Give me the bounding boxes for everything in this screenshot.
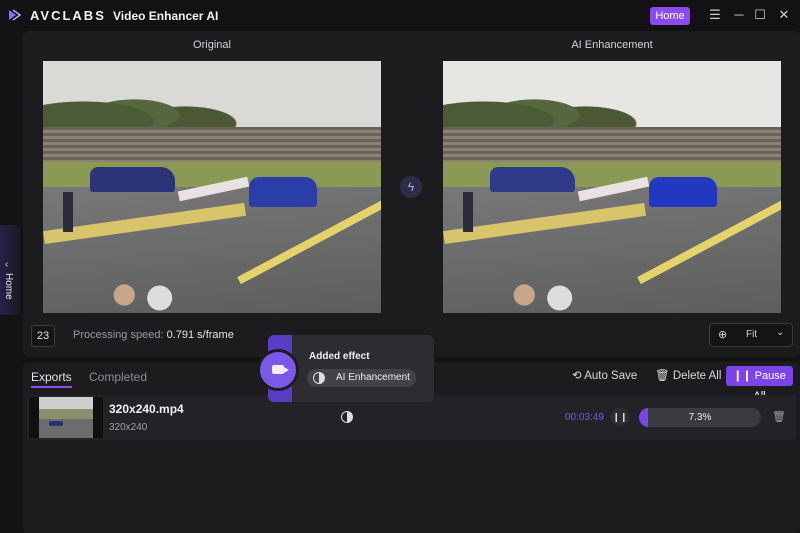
file-name: 320x240.mp4: [109, 402, 184, 416]
avclabs-logo-icon: [9, 9, 22, 21]
ai-enhancement-chip-icon: [313, 372, 325, 384]
close-icon[interactable]: ✕: [775, 6, 793, 24]
progress-percent: 7.3%: [688, 412, 712, 423]
original-preview: [43, 61, 381, 313]
auto-save-icon: ⟲: [572, 370, 582, 382]
delete-all-label: Delete All: [672, 370, 722, 382]
auto-save-label: Auto Save: [584, 370, 638, 382]
elapsed-time: 00:03:49: [565, 412, 604, 423]
side-home-tab[interactable]: ‹ Home: [0, 225, 20, 315]
zoom-select[interactable]: ⊕ Fit ⌄: [709, 323, 793, 347]
frame-counter: 23: [31, 325, 55, 347]
row-trash-icon[interactable]: 🗑: [772, 410, 786, 423]
minimize-icon[interactable]: ─: [730, 6, 748, 24]
enhanced-preview: [443, 61, 781, 313]
effect-chip-label: AI Enhancement: [336, 372, 410, 383]
row-pause-button[interactable]: ❙❙: [611, 408, 629, 426]
product-name: Video Enhancer AI: [113, 9, 219, 23]
video-camera-icon: [257, 349, 299, 391]
brand-name: AVCLABS: [30, 8, 106, 23]
preview-panel: Original AI Enhancement ϟ 23 Processing …: [23, 31, 800, 357]
progress-bar: 7.3%: [639, 408, 761, 427]
popup-title: Added effect: [309, 351, 370, 362]
compare-toggle-icon[interactable]: ϟ: [400, 176, 422, 198]
file-resolution: 320x240: [109, 422, 148, 433]
pause-icon: ❙❙: [733, 370, 752, 382]
zoom-icon: ⊕: [718, 329, 728, 341]
chevron-left-icon: ‹: [5, 259, 9, 270]
zoom-value: Fit: [746, 329, 758, 340]
auto-save-button[interactable]: ⟲ Auto Save: [572, 366, 637, 386]
processing-speed: Processing speed: 0.791 s/frame: [73, 329, 234, 341]
title-bar: AVCLABS Video Enhancer AI Home ☰ ─ ☐ ✕: [0, 0, 800, 31]
ai-enhancement-icon: [341, 411, 353, 423]
home-button[interactable]: Home: [650, 7, 690, 25]
menu-icon[interactable]: ☰: [706, 6, 724, 24]
pause-all-button[interactable]: ❙❙ Pause All: [726, 366, 793, 402]
video-thumbnail: [29, 397, 103, 438]
delete-all-button[interactable]: 🗑 Delete All: [655, 366, 721, 386]
maximize-icon[interactable]: ☐: [751, 6, 769, 24]
side-home-label: Home: [3, 273, 14, 300]
tab-completed[interactable]: Completed: [89, 370, 147, 384]
trash-icon: 🗑: [655, 370, 670, 382]
tab-exports[interactable]: Exports: [31, 370, 72, 388]
enhanced-label: AI Enhancement: [571, 39, 653, 51]
effect-chip[interactable]: AI Enhancement: [307, 369, 416, 387]
processing-speed-value: 0.791 s/frame: [166, 329, 234, 341]
chevron-down-icon: ⌄: [776, 327, 785, 338]
original-label: Original: [193, 39, 231, 51]
processing-speed-label: Processing speed:: [73, 329, 164, 341]
